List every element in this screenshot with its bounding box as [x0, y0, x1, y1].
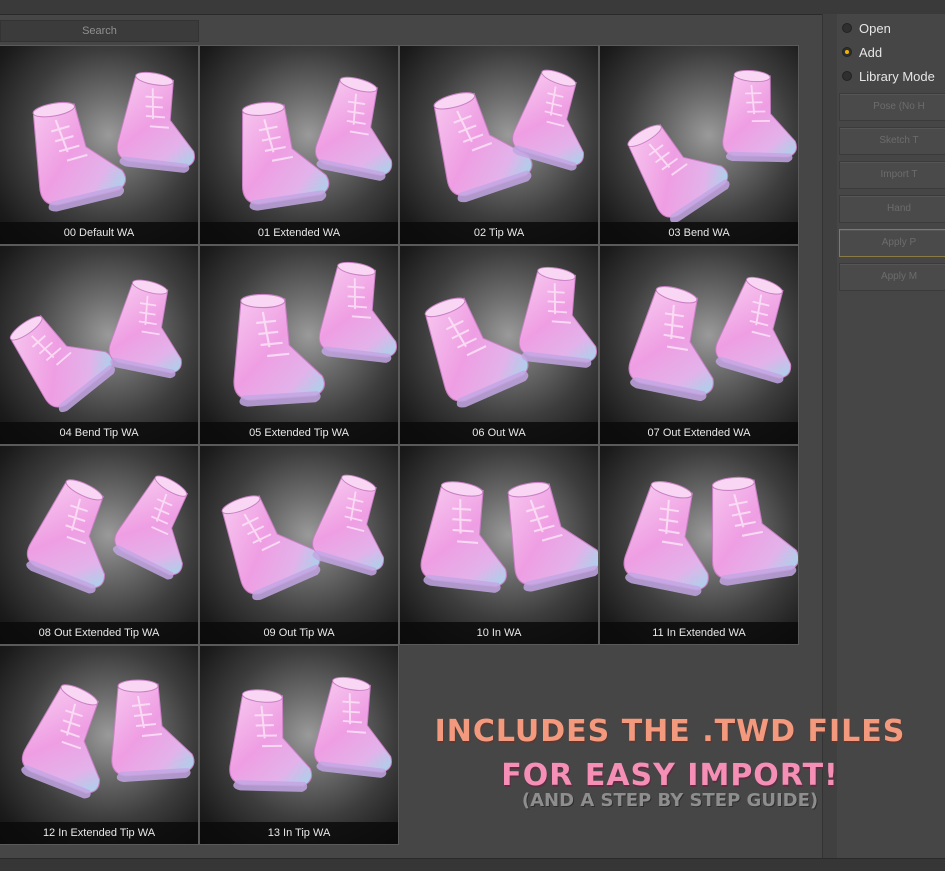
pose-tile[interactable]: 05 Extended Tip WA	[199, 245, 399, 445]
pose-tile-label: 13 In Tip WA	[200, 822, 398, 844]
pose-tile-label: 01 Extended WA	[200, 222, 398, 244]
search-input[interactable]: Search	[0, 20, 199, 42]
pose-tile[interactable]: 04 Bend Tip WA	[0, 245, 199, 445]
pose-tile[interactable]: 00 Default WA	[0, 45, 199, 245]
pose-tile-label: 12 In Extended Tip WA	[0, 822, 198, 844]
boot-left-image	[619, 103, 738, 222]
pose-tile[interactable]: 12 In Extended Tip WA	[0, 645, 199, 845]
boots-thumbnail	[24, 68, 198, 215]
pose-tile[interactable]: 02 Tip WA	[399, 45, 599, 245]
boot-left-image	[232, 293, 326, 408]
search-placeholder: Search	[82, 25, 117, 37]
bottom-statusbar	[0, 858, 945, 871]
pose-tile-label: 05 Extended Tip WA	[200, 422, 398, 444]
boot-left-image	[416, 476, 523, 600]
boot-right-image	[309, 71, 398, 188]
boots-thumbnail	[213, 469, 398, 605]
radio-open[interactable]	[842, 23, 852, 33]
boots-thumbnail	[617, 471, 798, 604]
boot-right-image	[106, 468, 198, 588]
pose-tile-label: 06 Out WA	[400, 422, 598, 444]
pose-tile[interactable]: 06 Out WA	[399, 245, 599, 445]
option-open[interactable]: Open	[842, 18, 891, 38]
boots-thumbnail	[232, 258, 398, 408]
boot-right-image	[515, 263, 598, 374]
apply-model-button[interactable]: Apply M	[839, 263, 945, 291]
promo-line-1: INCLUDES THE .TWD FILES	[434, 714, 906, 749]
pose-tile-label: 10 In WA	[400, 622, 598, 644]
pose-tile[interactable]: 08 Out Extended Tip WA	[0, 445, 199, 645]
option-library-mode[interactable]: Library Mode	[842, 66, 935, 86]
boot-right-image	[708, 270, 798, 391]
boots-thumbnail	[226, 673, 398, 798]
boot-left-image	[415, 280, 536, 413]
pose-tile-label: 09 Out Tip WA	[200, 622, 398, 644]
promo-line-3: (AND A STEP BY STEP GUIDE)	[521, 790, 819, 811]
boot-right-image	[315, 258, 398, 369]
boots-thumbnail	[234, 71, 398, 213]
boot-right-image	[499, 472, 598, 595]
boot-left-image	[1, 292, 124, 419]
boot-right-image	[113, 68, 198, 179]
option-open-label: Open	[859, 20, 891, 36]
boot-left-image	[213, 478, 328, 605]
pose-button[interactable]: Pose (No H	[839, 93, 945, 121]
pose-tile-label: 11 In Extended WA	[600, 622, 798, 644]
pose-tile-label: 02 Tip WA	[400, 222, 598, 244]
pose-tile-label: 03 Bend WA	[600, 222, 798, 244]
boot-right-image	[720, 67, 798, 168]
pose-tile[interactable]: 10 In WA	[399, 445, 599, 645]
option-library-mode-label: Library Mode	[859, 68, 935, 84]
radio-library-mode[interactable]	[842, 71, 852, 81]
import-button[interactable]: Import T	[839, 161, 945, 189]
pose-tile[interactable]: 03 Bend WA	[599, 45, 799, 245]
pose-tile-label: 04 Bend Tip WA	[0, 422, 198, 444]
hand-button[interactable]: Hand	[839, 195, 945, 223]
boots-thumbnail	[425, 64, 598, 207]
apply-pose-button[interactable]: Apply P	[839, 229, 945, 257]
boot-right-image	[110, 679, 195, 783]
sketch-button[interactable]: Sketch T	[839, 127, 945, 155]
promo-banner: INCLUDES THE .TWD FILES FOR EASY IMPORT!…	[410, 710, 930, 810]
pose-tile-label: 07 Out Extended WA	[600, 422, 798, 444]
boot-right-image	[310, 673, 398, 784]
pose-tile[interactable]: 13 In Tip WA	[199, 645, 399, 845]
pose-tile[interactable]: 09 Out Tip WA	[199, 445, 399, 645]
boots-thumbnail	[18, 468, 198, 602]
boots-thumbnail	[416, 472, 598, 600]
boots-thumbnail	[1, 274, 198, 419]
boots-thumbnail	[622, 270, 798, 409]
pose-tile[interactable]: 07 Out Extended WA	[599, 245, 799, 445]
boot-left-image	[24, 92, 131, 215]
boot-right-image	[306, 469, 398, 583]
pose-tile[interactable]: 11 In Extended WA	[599, 445, 799, 645]
option-add-label: Add	[859, 44, 883, 60]
boot-left-image	[226, 686, 320, 798]
option-add[interactable]: Add	[842, 42, 882, 62]
pose-tile-label: 00 Default WA	[0, 222, 198, 244]
boots-thumbnail	[619, 67, 798, 222]
boots-thumbnail	[415, 263, 598, 413]
radio-add[interactable]	[842, 47, 852, 57]
boots-thumbnail	[13, 677, 195, 807]
top-toolbar	[0, 0, 945, 15]
boot-right-image	[704, 471, 798, 588]
pose-tile[interactable]: 01 Extended WA	[199, 45, 399, 245]
pose-tile-label: 08 Out Extended Tip WA	[0, 622, 198, 644]
boot-right-image	[103, 274, 198, 385]
